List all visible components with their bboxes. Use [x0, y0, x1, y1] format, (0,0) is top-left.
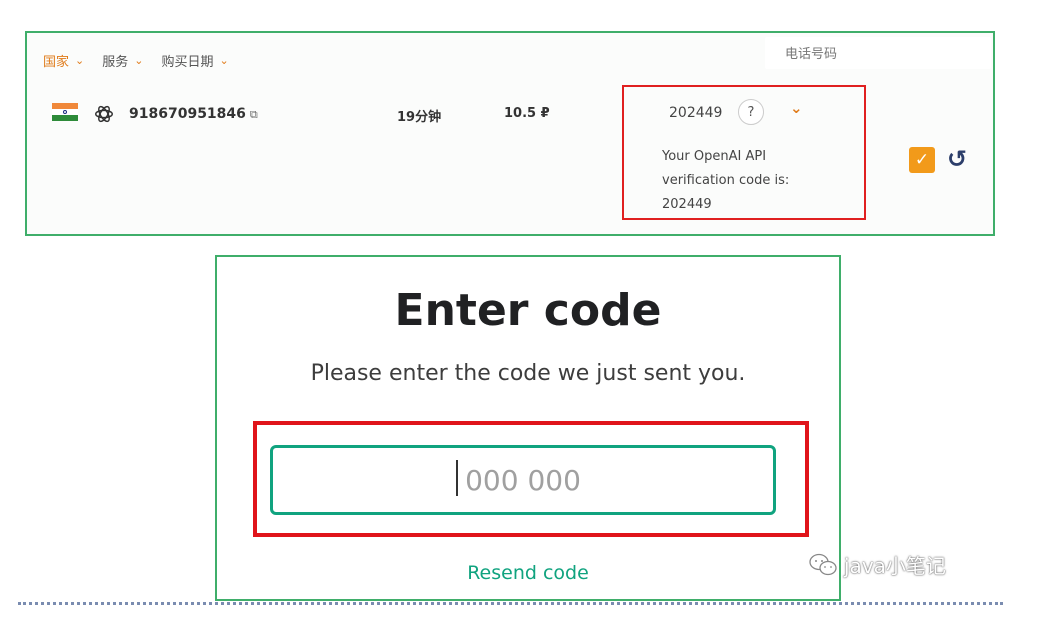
code-input[interactable]	[270, 445, 776, 515]
sms-message: Your OpenAI API verification code is: 20…	[662, 149, 790, 212]
phone-number[interactable]: 918670951846 ⧉	[129, 106, 258, 122]
filter-country[interactable]: 国家 ⌄	[43, 51, 84, 70]
wechat-icon	[809, 553, 837, 575]
sms-code[interactable]: 202449	[669, 105, 722, 121]
watermark: java小笔记	[808, 550, 946, 579]
copy-icon[interactable]: ⧉	[250, 108, 258, 121]
phone-search-input[interactable]: 电话号码	[765, 37, 991, 69]
code-highlight-box	[253, 421, 809, 537]
help-label: ?	[747, 104, 755, 120]
filter-bar: 国家 ⌄ 服务 ⌄ 购买日期 ⌄	[43, 51, 229, 70]
help-icon[interactable]: ?	[738, 99, 764, 125]
filter-country-label: 国家	[43, 55, 70, 70]
filter-service[interactable]: 服务 ⌄	[102, 51, 143, 70]
india-flag-icon	[52, 103, 78, 121]
undo-icon[interactable]: ↺	[947, 145, 967, 173]
filter-service-label: 服务	[102, 55, 129, 70]
chevron-down-icon[interactable]: ⌄	[790, 99, 803, 117]
divider	[18, 602, 1003, 605]
text-caret	[456, 460, 458, 496]
phone-number-text: 918670951846	[129, 106, 246, 122]
filter-purchase-date[interactable]: 购买日期 ⌄	[161, 51, 228, 70]
openai-icon	[95, 105, 113, 123]
verify-code-dialog: Enter code Please enter the code we just…	[215, 255, 841, 601]
remaining-time: 19分钟	[397, 110, 442, 125]
chevron-down-icon: ⌄	[75, 54, 85, 67]
chevron-down-icon: ⌄	[219, 54, 229, 67]
chevron-down-icon: ⌄	[134, 54, 144, 67]
activations-panel: 国家 ⌄ 服务 ⌄ 购买日期 ⌄ 电话号码 918670951846 ⧉ 19分钟	[25, 31, 995, 236]
filter-purchase-date-label: 购买日期	[161, 55, 214, 70]
checkbox-checked-icon[interactable]: ✓	[909, 147, 935, 173]
activation-row: 918670951846 ⧉ 19分钟 10.5 ₽ 202449 ? ⌄ You…	[27, 85, 993, 225]
price: 10.5 ₽	[504, 106, 550, 121]
page-subtitle: Please enter the code we just sent you.	[310, 361, 746, 386]
resend-code-link[interactable]: Resend code	[217, 562, 839, 584]
watermark-text: java小笔记	[844, 554, 946, 578]
page-title: Enter code	[394, 285, 662, 336]
sms-highlight-box: 202449 ? ⌄ Your OpenAI API verification …	[622, 85, 866, 220]
